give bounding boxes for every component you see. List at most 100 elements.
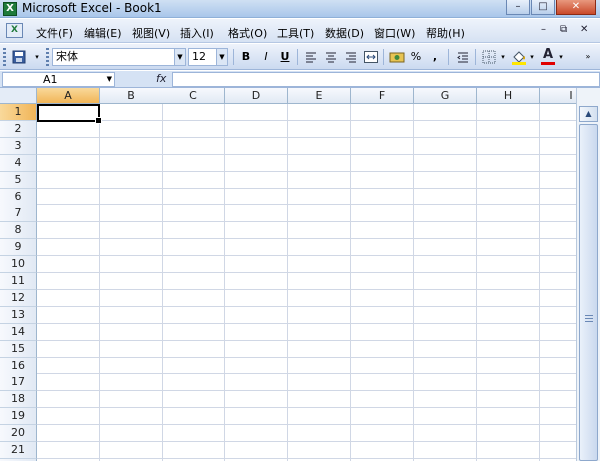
toolbar-options-icon[interactable]: ▾ xyxy=(32,48,42,66)
row-header-6[interactable]: 6 xyxy=(0,188,37,206)
chevron-down-icon[interactable]: ▾ xyxy=(499,48,507,66)
currency-icon xyxy=(389,52,405,63)
gridline-horizontal xyxy=(37,441,576,442)
column-header-d[interactable]: D xyxy=(225,88,288,104)
menu-data[interactable]: 数据(D) xyxy=(325,25,364,41)
formula-input[interactable] xyxy=(172,72,600,87)
doc-close-button[interactable]: ✕ xyxy=(580,24,588,35)
percent-style-button[interactable]: % xyxy=(409,48,423,66)
column-header-g[interactable]: G xyxy=(414,88,477,104)
column-header-b[interactable]: B xyxy=(100,88,163,104)
row-header-13[interactable]: 13 xyxy=(0,306,37,324)
font-color-label: A xyxy=(542,47,554,62)
excel-icon[interactable]: X xyxy=(3,2,17,16)
row-header-11[interactable]: 11 xyxy=(0,273,37,290)
chevron-down-icon[interactable]: ▾ xyxy=(557,48,565,66)
align-center-icon xyxy=(326,52,336,63)
row-header-8[interactable]: 8 xyxy=(0,222,37,240)
gridline-horizontal xyxy=(37,305,576,307)
menu-edit[interactable]: 编辑(E) xyxy=(84,25,122,41)
toolbar: ▾ 宋体 ▼ 12 ▼ B I U % , ▾ ▾ A ▾ » xyxy=(0,44,600,70)
row-header-9[interactable]: 9 xyxy=(0,239,37,257)
row-header-20[interactable]: 20 xyxy=(0,425,37,443)
fill-color-button[interactable] xyxy=(510,48,528,66)
align-center-button[interactable] xyxy=(322,48,340,66)
row-header-14[interactable]: 14 xyxy=(0,323,37,341)
menu-help[interactable]: 帮助(H) xyxy=(426,25,465,41)
gridline-horizontal xyxy=(37,390,576,392)
doc-restore-button[interactable]: ⧉ xyxy=(560,24,567,35)
doc-minimize-button[interactable]: – xyxy=(541,24,546,35)
row-header-15[interactable]: 15 xyxy=(0,340,37,358)
menu-format[interactable]: 格式(O) xyxy=(228,25,267,41)
menu-file[interactable]: 文件(F) xyxy=(36,25,73,41)
scroll-up-button[interactable]: ▲ xyxy=(579,106,598,122)
align-right-button[interactable] xyxy=(342,48,360,66)
align-left-button[interactable] xyxy=(302,48,320,66)
row-header-16[interactable]: 16 xyxy=(0,357,37,375)
gridline-horizontal xyxy=(37,136,576,138)
toolbar-grip[interactable] xyxy=(46,48,49,66)
row-header-19[interactable]: 19 xyxy=(0,408,37,426)
gridline-horizontal xyxy=(37,288,576,290)
gridline-horizontal xyxy=(37,221,576,223)
toolbar-separator xyxy=(448,49,449,65)
comma-style-button[interactable]: , xyxy=(429,48,441,66)
close-button[interactable]: ✕ xyxy=(556,0,596,15)
chevron-down-icon[interactable]: ▼ xyxy=(174,49,185,65)
font-color-button[interactable]: A xyxy=(540,48,556,66)
decrease-indent-button[interactable] xyxy=(454,48,472,66)
menu-view[interactable]: 视图(V) xyxy=(132,25,170,41)
save-button[interactable] xyxy=(10,48,28,66)
row-header-10[interactable]: 10 xyxy=(0,256,37,274)
italic-button[interactable]: I xyxy=(258,48,274,66)
bold-button[interactable]: B xyxy=(238,48,254,66)
row-header-21[interactable]: 21 xyxy=(0,442,37,459)
row-header-2[interactable]: 2 xyxy=(0,120,37,138)
workbook-icon[interactable]: X xyxy=(6,23,23,38)
menu-insert[interactable]: 插入(I) xyxy=(180,25,214,41)
toolbar-separator xyxy=(475,49,476,65)
toolbar-grip[interactable] xyxy=(3,48,6,66)
row-header-5[interactable]: 5 xyxy=(0,171,37,189)
row-header-7[interactable]: 7 xyxy=(0,205,37,223)
row-header-12[interactable]: 12 xyxy=(0,289,37,307)
scroll-thumb[interactable] xyxy=(579,124,598,461)
borders-button[interactable] xyxy=(480,48,498,66)
chevron-down-icon[interactable]: ▼ xyxy=(216,49,227,65)
vertical-scrollbar[interactable]: ▲ xyxy=(576,88,600,461)
column-header-f[interactable]: F xyxy=(351,88,414,104)
fx-icon[interactable]: fx xyxy=(156,72,166,85)
select-all-corner[interactable] xyxy=(0,88,37,104)
menu-tools[interactable]: 工具(T) xyxy=(277,25,314,41)
row-header-17[interactable]: 17 xyxy=(0,374,37,392)
currency-style-button[interactable] xyxy=(387,48,407,66)
row-header-4[interactable]: 4 xyxy=(0,154,37,172)
minimize-button[interactable]: – xyxy=(506,0,530,15)
active-cell[interactable] xyxy=(37,104,102,124)
menu-window[interactable]: 窗口(W) xyxy=(374,25,415,41)
name-box-value: A1 xyxy=(43,73,58,86)
gridline-horizontal xyxy=(37,238,576,240)
maximize-button[interactable]: □ xyxy=(531,0,555,15)
column-header-a[interactable]: A xyxy=(37,88,100,104)
worksheet-grid[interactable]: ABCDEFGHI 1 2 3 4 5 6 7 8 9 10 11 12 13 14 15 16 17 18 19 2… xyxy=(0,88,576,461)
menu-bar: X 文件(F) 编辑(E) 视图(V) 插入(I) 格式(O) 工具(T) 数据… xyxy=(0,19,600,43)
chevron-down-icon[interactable]: ▼ xyxy=(107,73,112,86)
column-header-c[interactable]: C xyxy=(162,88,225,104)
name-box[interactable]: A1 ▼ xyxy=(2,72,115,87)
font-name-combo[interactable]: 宋体 ▼ xyxy=(52,48,186,66)
chevron-down-icon[interactable]: ▾ xyxy=(528,48,536,66)
gridline-horizontal xyxy=(37,272,576,273)
row-header-1[interactable]: 1 xyxy=(0,104,37,121)
row-header-3[interactable]: 3 xyxy=(0,137,37,155)
column-header-i[interactable]: I xyxy=(540,88,576,104)
toolbar-options-icon[interactable]: » xyxy=(582,48,594,66)
column-header-h[interactable]: H xyxy=(477,88,540,104)
merge-center-button[interactable] xyxy=(362,48,380,66)
font-size-combo[interactable]: 12 ▼ xyxy=(188,48,228,66)
save-icon xyxy=(12,50,26,64)
underline-button[interactable]: U xyxy=(277,48,293,66)
row-header-18[interactable]: 18 xyxy=(0,391,37,409)
column-header-e[interactable]: E xyxy=(288,88,351,104)
